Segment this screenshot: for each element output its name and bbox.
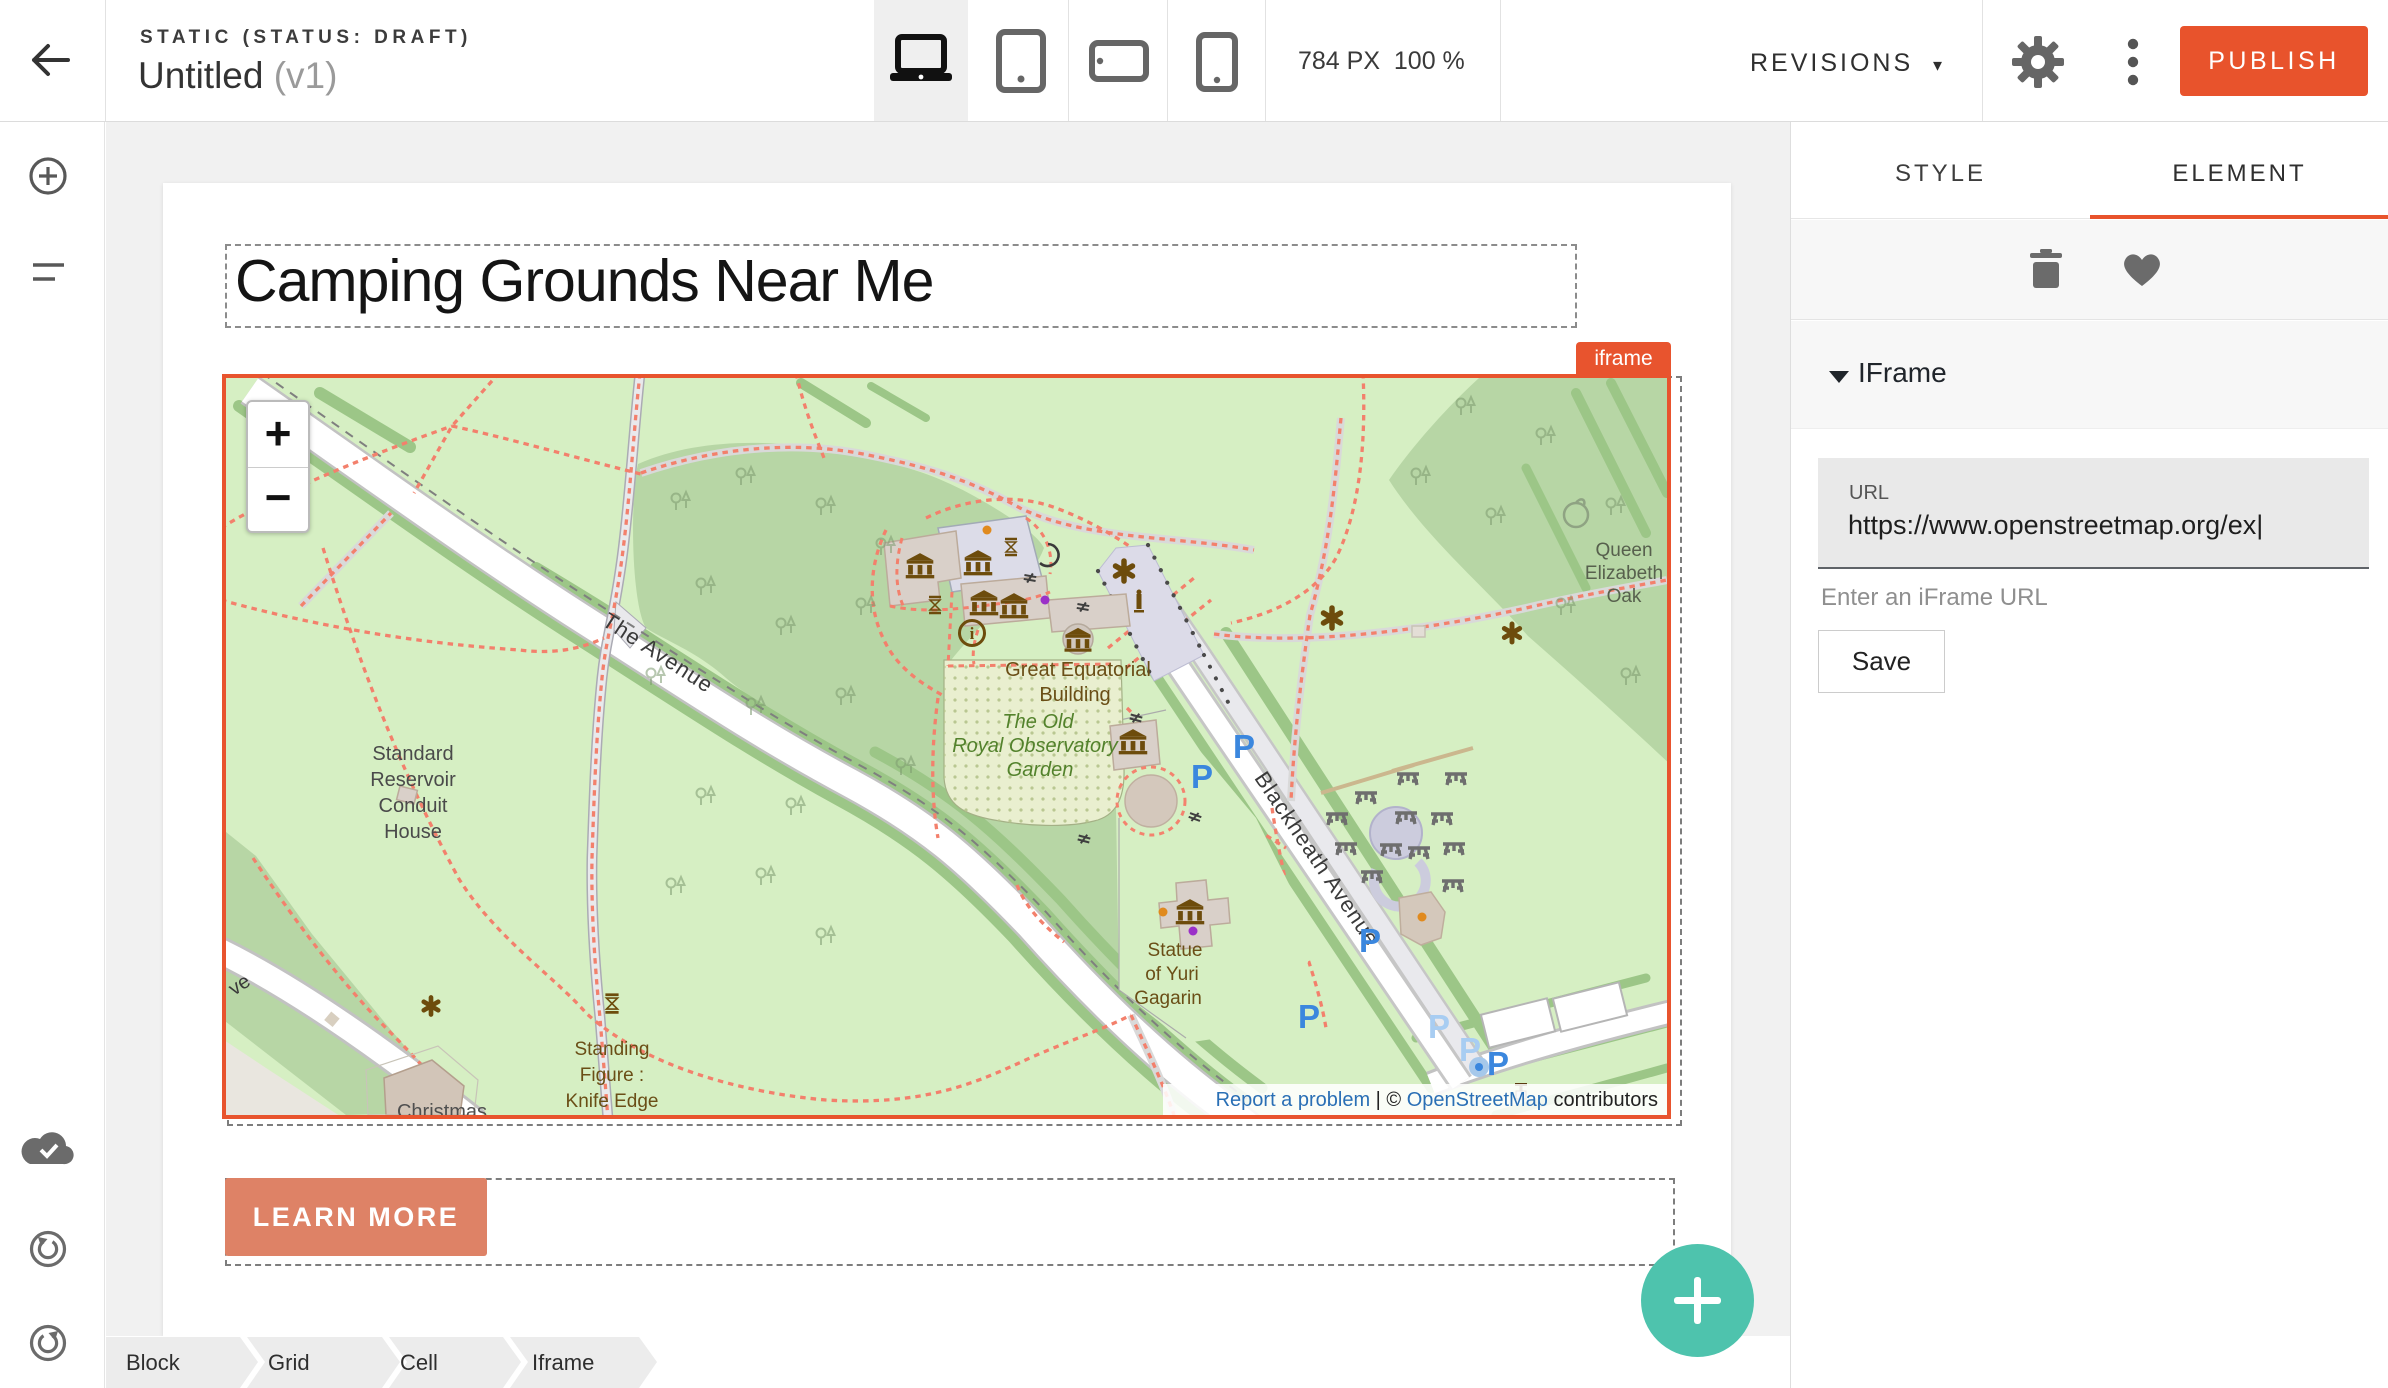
svg-text:Standard: Standard xyxy=(372,743,453,765)
svg-text:Garden: Garden xyxy=(1007,759,1074,781)
svg-text:P: P xyxy=(1359,922,1381,959)
svg-text:P: P xyxy=(1233,728,1255,765)
svg-text:Royal Observatory: Royal Observatory xyxy=(952,735,1119,757)
svg-text:Standing: Standing xyxy=(574,1039,649,1060)
svg-text:P: P xyxy=(1191,758,1213,795)
svg-text:Queen: Queen xyxy=(1595,540,1652,561)
svg-text:P: P xyxy=(1428,1008,1450,1045)
svg-text:The Old: The Old xyxy=(1002,711,1074,733)
svg-text:P: P xyxy=(1487,1045,1509,1082)
svg-text:Knife Edge: Knife Edge xyxy=(566,1091,659,1112)
svg-text:House: House xyxy=(384,821,442,843)
svg-text:Block: Block xyxy=(126,1350,181,1375)
svg-text:Figure :: Figure : xyxy=(580,1065,644,1086)
svg-text:of Yuri: of Yuri xyxy=(1145,964,1199,985)
svg-text:Great Equatorial: Great Equatorial xyxy=(1005,659,1151,681)
svg-text:Report a problem | © OpenStree: Report a problem | © OpenStreetMap contr… xyxy=(1216,1089,1658,1111)
svg-text:Statue: Statue xyxy=(1148,940,1203,961)
svg-text:P: P xyxy=(1459,1031,1481,1068)
svg-text:Building: Building xyxy=(1039,684,1110,706)
svg-text:i: i xyxy=(970,624,975,643)
svg-text:Christmas: Christmas xyxy=(397,1101,487,1115)
svg-text:Iframe: Iframe xyxy=(532,1350,594,1375)
svg-text:Reservoir: Reservoir xyxy=(370,769,456,791)
svg-text:Oak: Oak xyxy=(1607,586,1642,607)
svg-text:Gagarin: Gagarin xyxy=(1134,988,1202,1009)
svg-text:P: P xyxy=(1298,998,1320,1035)
svg-text:Grid: Grid xyxy=(268,1350,310,1375)
svg-text:Conduit: Conduit xyxy=(379,795,448,817)
svg-text:Cell: Cell xyxy=(400,1350,438,1375)
svg-text:Elizabeth: Elizabeth xyxy=(1585,563,1663,584)
